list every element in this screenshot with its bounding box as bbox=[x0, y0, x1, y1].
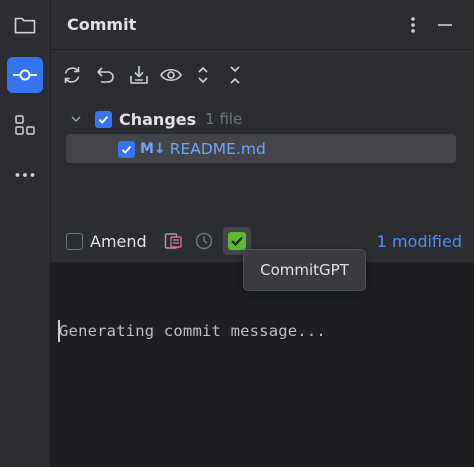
minimize-icon bbox=[438, 24, 452, 26]
refresh-icon bbox=[64, 67, 80, 83]
tool-window-strip bbox=[0, 0, 51, 467]
commit-icon bbox=[13, 69, 37, 81]
check-icon bbox=[121, 145, 132, 154]
project-tool-button[interactable] bbox=[7, 7, 43, 43]
amend-label[interactable]: Amend bbox=[90, 232, 147, 251]
clipboard-icon bbox=[164, 233, 182, 249]
rollback-icon bbox=[97, 67, 114, 83]
commitgpt-tooltip: CommitGPT bbox=[243, 249, 366, 291]
chevron-down-icon[interactable] bbox=[69, 112, 83, 126]
commit-message-editor[interactable]: Generating commit message... bbox=[51, 262, 474, 467]
collapse-all-icon bbox=[230, 66, 240, 84]
hide-panel-button[interactable] bbox=[433, 13, 457, 37]
commitgpt-check-icon bbox=[228, 232, 246, 250]
structure-icon bbox=[15, 115, 35, 135]
commit-panel: Commit Changes 1 file M↓ README.md Amend… bbox=[51, 0, 474, 262]
refresh-button[interactable] bbox=[59, 62, 85, 88]
panel-title: Commit bbox=[67, 15, 137, 34]
options-menu-button[interactable] bbox=[401, 13, 425, 37]
file-name: README.md bbox=[169, 140, 266, 158]
rollback-button[interactable] bbox=[93, 62, 119, 88]
shelve-icon bbox=[130, 66, 148, 84]
expand-all-icon bbox=[198, 66, 208, 84]
history-button[interactable] bbox=[194, 231, 214, 251]
commit-tool-button[interactable] bbox=[7, 57, 43, 93]
changes-checkbox[interactable] bbox=[95, 110, 112, 128]
eye-icon bbox=[160, 68, 182, 82]
changes-group-row[interactable]: Changes 1 file bbox=[69, 104, 242, 134]
check-icon bbox=[98, 115, 109, 124]
changes-label: Changes bbox=[119, 109, 197, 129]
modified-files-link[interactable]: 1 modified bbox=[377, 232, 462, 251]
project-folder-icon bbox=[14, 17, 36, 34]
shelve-button[interactable] bbox=[126, 62, 152, 88]
expand-all-button[interactable] bbox=[190, 62, 216, 88]
more-icon bbox=[15, 173, 35, 177]
markdown-icon: M↓ bbox=[140, 141, 166, 157]
panel-header: Commit bbox=[51, 0, 474, 50]
clock-icon bbox=[195, 232, 213, 250]
commit-message-history-button[interactable] bbox=[163, 231, 183, 251]
file-row[interactable]: M↓ README.md bbox=[118, 134, 266, 164]
show-diff-button[interactable] bbox=[158, 62, 184, 88]
collapse-all-button[interactable] bbox=[222, 62, 248, 88]
vertical-dots-icon bbox=[411, 17, 415, 33]
amend-checkbox[interactable] bbox=[66, 233, 83, 250]
more-tools-button[interactable] bbox=[7, 157, 43, 193]
changes-count: 1 file bbox=[205, 110, 243, 128]
file-checkbox[interactable] bbox=[118, 140, 135, 158]
commit-message-text: Generating commit message... bbox=[59, 322, 326, 340]
structure-tool-button[interactable] bbox=[7, 107, 43, 143]
